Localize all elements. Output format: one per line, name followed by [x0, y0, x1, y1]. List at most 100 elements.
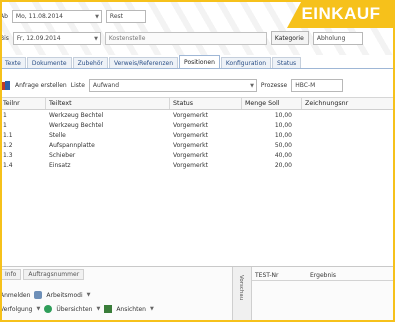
- overview-menu[interactable]: Übersichten: [56, 306, 92, 313]
- filter-row-to: Bis Fr, 12.09.2014 ▼ Kostenstelle Katego…: [0, 30, 395, 46]
- from-date-value: Mo, 11.08.2014: [15, 12, 63, 20]
- grid-toolbar: Anfrage erstellen Liste Aufwand ▼ Prozes…: [0, 78, 395, 93]
- tab-dokumente[interactable]: Dokumente: [26, 57, 72, 68]
- column-header[interactable]: Teilnr: [0, 98, 46, 109]
- bottom-panel: Info Auftragsnummer Anmelden Arbeitsmodi…: [0, 266, 395, 322]
- cell-drawing: [302, 140, 395, 150]
- category-select[interactable]: Abholung: [312, 31, 363, 45]
- tab-zubehoer[interactable]: Zubehör: [72, 57, 108, 68]
- filter-row-from: Ab Mo, 11.08.2014 ▼ Rest: [0, 8, 280, 24]
- from-date-select[interactable]: Mo, 11.08.2014 ▼: [11, 9, 102, 23]
- list-value: Aufwand: [92, 82, 120, 89]
- accent-bar: [0, 0, 395, 2]
- cell-nr: 1: [3, 121, 7, 129]
- category-label: Kategorie: [274, 34, 304, 42]
- cell-qty: 10,00: [274, 111, 292, 119]
- process-label: Prozesse: [260, 82, 288, 89]
- cell-status: Vorgemerkt: [173, 111, 209, 119]
- table-row[interactable]: 1 Werkzeug Bechtel Vorgemerkt 10,00: [0, 120, 395, 130]
- cell-drawing: [302, 160, 395, 170]
- cell-nr: 1.2: [3, 141, 13, 149]
- column-header[interactable]: Ergebnis: [307, 270, 387, 280]
- right-table-header: TEST-Nr Ergebnis: [252, 270, 395, 281]
- chevron-down-icon: ▼: [94, 35, 98, 42]
- period-select[interactable]: Rest: [105, 9, 146, 23]
- tab-texte[interactable]: Texte: [0, 57, 26, 68]
- cell-qty: 20,00: [274, 161, 292, 169]
- cost-center-placeholder: Kostenstelle: [108, 34, 146, 42]
- tab-bar: Texte Dokumente Zubehör Verweis/Referenz…: [0, 55, 395, 69]
- work-mode-link[interactable]: Arbeitsmodi: [46, 292, 82, 299]
- category-value: Abholung: [316, 34, 346, 42]
- from-label: Ab: [0, 12, 8, 20]
- category-button[interactable]: Kategorie: [270, 31, 309, 45]
- chevron-down-icon: ▼: [96, 306, 101, 312]
- list-select[interactable]: Aufwand ▼: [88, 79, 257, 92]
- views-menu[interactable]: Ansichten: [116, 306, 146, 313]
- chevron-down-icon: ▼: [250, 83, 254, 89]
- cell-text: Stelle: [49, 131, 66, 139]
- section-badge: EINKAUF: [287, 0, 395, 28]
- table-header: Teilnr Teiltext Status Menge Soll Zeichn…: [0, 98, 395, 110]
- cell-status: Vorgemerkt: [173, 131, 209, 139]
- cell-text: Werkzeug Bechtel: [49, 111, 104, 119]
- bottom-right-pane: TEST-Nr Ergebnis: [252, 267, 395, 322]
- cell-text: Aufspannplatte: [49, 141, 95, 149]
- user-icon: [34, 291, 43, 299]
- tab-verweis[interactable]: Verweis/Referenzen: [108, 57, 179, 68]
- cell-nr: 1.3: [3, 151, 13, 159]
- column-header[interactable]: Menge Soll: [242, 98, 302, 109]
- table-row[interactable]: 1.2 Aufspannplatte Vorgemerkt 50,00: [0, 140, 395, 150]
- to-label: Bis: [0, 34, 9, 42]
- cell-status: Vorgemerkt: [173, 141, 209, 149]
- tab-positionen[interactable]: Positionen: [179, 55, 220, 68]
- bottom-left-pane: Info Auftragsnummer Anmelden Arbeitsmodi…: [0, 267, 232, 322]
- cell-nr: 1: [3, 111, 7, 119]
- bottom-tabs: Info Auftragsnummer: [0, 269, 85, 280]
- add-request-button[interactable]: Anfrage erstellen: [15, 82, 67, 89]
- positions-table: Teilnr Teiltext Status Menge Soll Zeichn…: [0, 97, 395, 262]
- bottom-line-2: Verfolgung ▼ Übersichten ▼ Ansichten ▼: [0, 303, 154, 315]
- table-row[interactable]: 1.4 Einsatz Vorgemerkt 20,00: [0, 160, 395, 170]
- bottom-line-1: Anmelden Arbeitsmodi ▼: [0, 289, 91, 301]
- cell-text: Einsatz: [49, 161, 71, 169]
- panel-splitter[interactable]: Vorschau: [232, 267, 252, 322]
- cell-qty: 40,00: [274, 151, 292, 159]
- chevron-down-icon: ▼: [86, 292, 91, 298]
- column-header[interactable]: TEST-Nr: [252, 270, 307, 280]
- cell-status: Vorgemerkt: [173, 161, 209, 169]
- to-date-select[interactable]: Fr, 12.09.2014 ▼: [12, 31, 101, 45]
- cell-text: Schieber: [49, 151, 76, 159]
- column-header[interactable]: Status: [170, 98, 242, 109]
- views-icon: [104, 305, 113, 313]
- tab-konfiguration[interactable]: Konfiguration: [220, 57, 272, 68]
- process-select[interactable]: HBC-M: [291, 79, 344, 92]
- table-row[interactable]: 1 Werkzeug Bechtel Vorgemerkt 10,00: [0, 110, 395, 120]
- process-value: HBC-M: [295, 82, 316, 89]
- tab-status[interactable]: Status: [272, 57, 302, 68]
- column-header[interactable]: Teiltext: [46, 98, 170, 109]
- cell-qty: 10,00: [274, 131, 292, 139]
- to-date-value: Fr, 12.09.2014: [16, 34, 61, 42]
- column-header[interactable]: Zeichnungsnr: [302, 98, 395, 109]
- list-label: Liste: [70, 82, 85, 89]
- table-row[interactable]: 1.1 Stelle Vorgemerkt 10,00: [0, 130, 395, 140]
- tab-info[interactable]: Info: [0, 269, 22, 280]
- tab-auftragsnummer[interactable]: Auftragsnummer: [23, 269, 85, 280]
- cost-center-field[interactable]: Kostenstelle: [104, 31, 267, 45]
- cell-status: Vorgemerkt: [173, 121, 209, 129]
- period-value: Rest: [109, 12, 123, 20]
- cell-status: Vorgemerkt: [173, 151, 209, 159]
- chevron-down-icon: ▼: [36, 306, 41, 312]
- cell-qty: 50,00: [274, 141, 292, 149]
- table-row[interactable]: 1.3 Schieber Vorgemerkt 40,00: [0, 150, 395, 160]
- cell-drawing: [302, 110, 395, 120]
- cell-nr: 1.1: [3, 131, 13, 139]
- cell-nr: 1.4: [3, 161, 13, 169]
- chevron-down-icon: ▼: [95, 13, 99, 20]
- splitter-label: Vorschau: [238, 275, 244, 301]
- cell-drawing: [302, 120, 395, 130]
- tracking-menu[interactable]: Verfolgung: [0, 306, 32, 313]
- cell-drawing: [302, 150, 395, 160]
- login-label: Anmelden: [0, 291, 31, 299]
